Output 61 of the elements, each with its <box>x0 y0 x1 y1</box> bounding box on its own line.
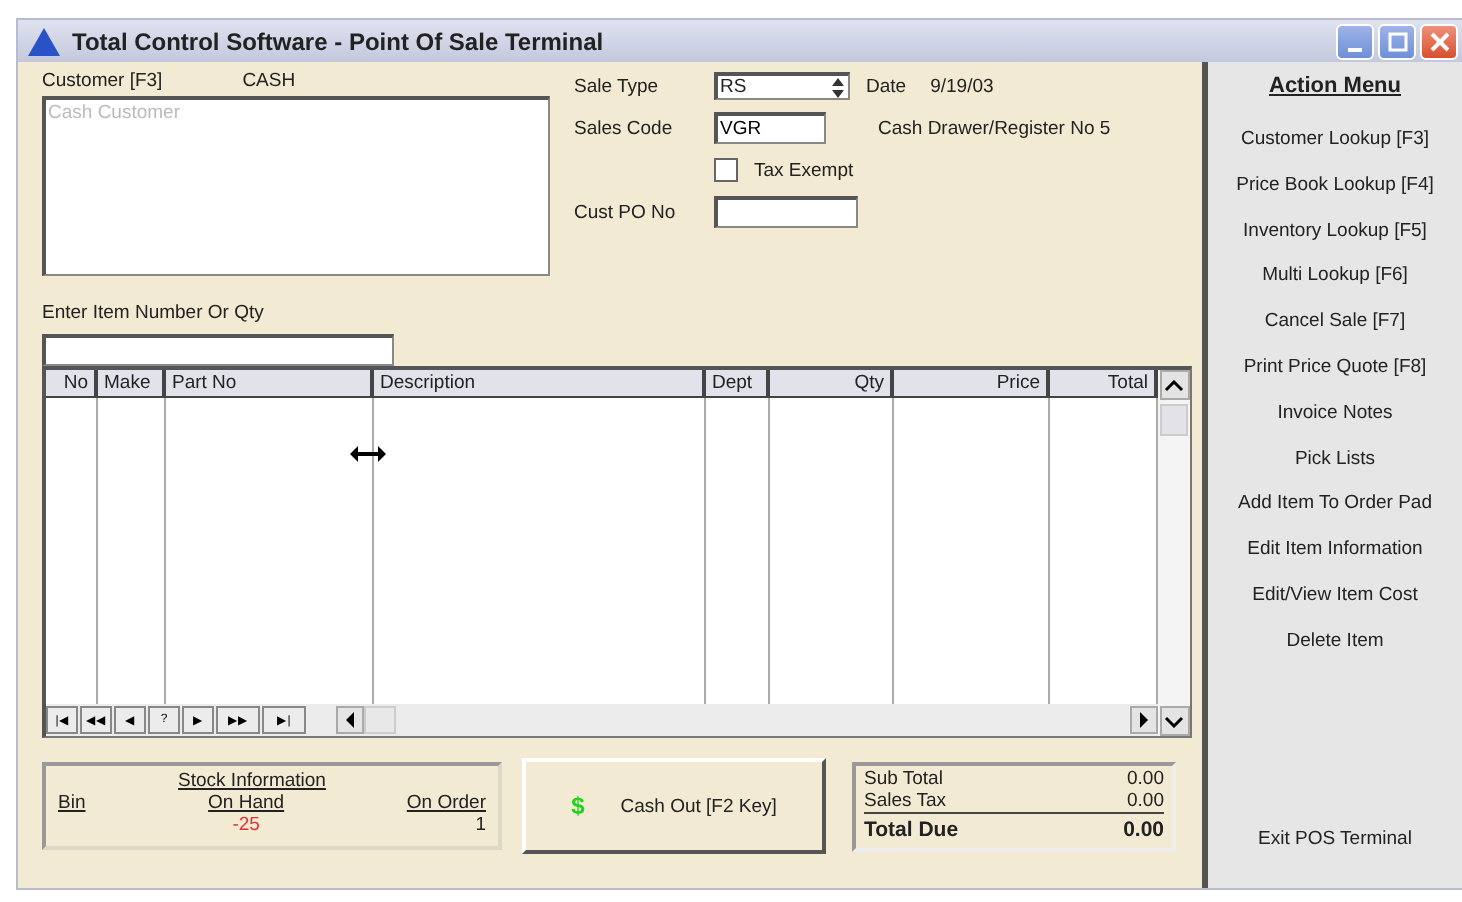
sales-code-field[interactable]: VGR <box>714 112 826 144</box>
menu-item[interactable]: Delete Item <box>1286 619 1384 666</box>
total-value: 0.00 <box>1127 767 1164 789</box>
date-label: Date <box>866 75 907 97</box>
customer-label: Customer [F3] <box>42 70 163 94</box>
scroll-right-icon[interactable] <box>1130 706 1158 734</box>
stock-title: Stock Information <box>178 770 326 792</box>
menu-item[interactable]: Inventory Lookup [F5] <box>1243 209 1427 255</box>
tax-exempt-checkbox[interactable] <box>714 158 738 182</box>
maximize-button[interactable] <box>1378 23 1416 59</box>
total-label: Total Due <box>864 815 959 845</box>
menu-item[interactable]: Customer Lookup [F3] <box>1241 118 1429 164</box>
on-order-label: On Order <box>406 792 486 814</box>
cash-out-button[interactable]: $ Cash Out [F2 Key] <box>522 758 826 854</box>
cust-po-field[interactable] <box>714 196 858 228</box>
item-entry-field[interactable] <box>42 334 394 366</box>
bin-label: Bin <box>58 792 86 818</box>
close-button[interactable] <box>1420 23 1458 59</box>
horizontal-scrollbar[interactable] <box>336 706 1158 734</box>
total-label: Sales Tax <box>864 789 947 811</box>
customer-code: CASH <box>242 70 296 94</box>
menu-item[interactable]: Invoice Notes <box>1277 391 1393 438</box>
resize-cursor-icon <box>350 444 386 464</box>
total-value: 0.00 <box>1123 815 1164 845</box>
scroll-thumb[interactable] <box>1160 404 1188 436</box>
on-hand-label: On Hand <box>208 792 285 814</box>
menu-item[interactable]: Print Price Quote [F8] <box>1243 345 1427 392</box>
cust-po-label: Cust PO No <box>574 201 678 223</box>
minimize-button[interactable] <box>1336 23 1374 59</box>
scroll-down-icon[interactable] <box>1159 706 1189 736</box>
tax-exempt-label: Tax Exempt <box>754 159 854 181</box>
minimize-icon <box>1348 47 1362 51</box>
menu-item[interactable]: Cancel Sale [F7] <box>1264 300 1406 346</box>
maximize-icon <box>1387 31 1407 51</box>
exit-menu-item[interactable]: Exit POS Terminal <box>1258 818 1412 864</box>
sales-code-label: Sales Code <box>574 117 675 139</box>
total-value: 0.00 <box>1127 789 1164 811</box>
sale-type-field[interactable]: RS <box>714 72 850 100</box>
menu-item[interactable]: Multi Lookup [F6] <box>1262 254 1408 301</box>
scroll-thumb[interactable] <box>364 706 396 734</box>
date-value: 9/19/03 <box>930 75 994 97</box>
total-label: Sub Total <box>864 767 943 789</box>
triangle-icon <box>28 27 60 55</box>
menu-item[interactable]: Price Book Lookup [F4] <box>1236 163 1434 210</box>
on-hand-value: -25 <box>232 814 260 836</box>
customer-field[interactable]: Cash Customer <box>42 95 550 276</box>
sale-type-label: Sale Type <box>574 75 661 97</box>
menu-item[interactable]: Add Item To Order Pad <box>1238 482 1432 529</box>
menu-item[interactable]: Pick Lists <box>1294 437 1376 483</box>
scroll-left-icon[interactable] <box>336 706 364 734</box>
on-order-value: 1 <box>475 814 486 836</box>
action-menu-title: Action Menu <box>1269 74 1401 98</box>
vertical-scrollbar[interactable] <box>1158 370 1190 736</box>
window-title: Total Control Software - Point Of Sale Terminal <box>72 27 604 55</box>
menu-item[interactable]: Edit/View Item Cost <box>1252 573 1418 620</box>
menu-item[interactable]: Edit Item Information <box>1247 528 1423 574</box>
close-icon <box>1429 31 1449 51</box>
item-entry-label: Enter Item Number Or Qty <box>42 302 266 324</box>
register-label: Cash Drawer/Register No 5 <box>878 117 1111 139</box>
spinner-icon <box>828 73 848 101</box>
scroll-up-icon[interactable] <box>1159 370 1189 400</box>
